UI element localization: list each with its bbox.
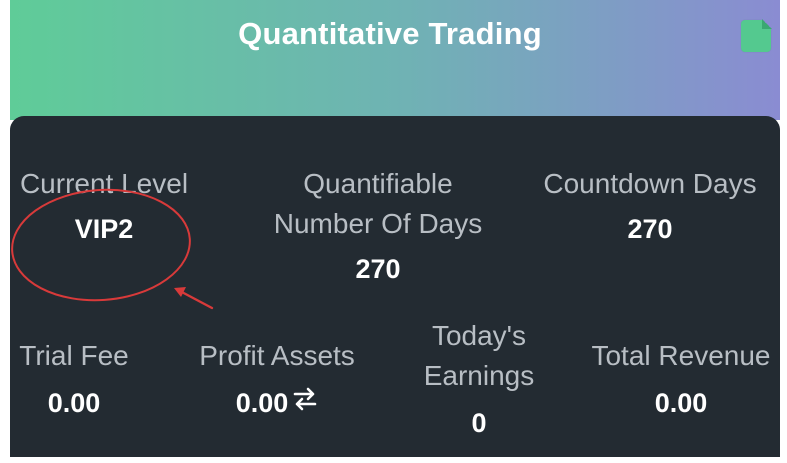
- quantifiable-days-stat: Quantifiable Number Of Days 270: [260, 164, 496, 288]
- profit-assets-value: 0.00: [235, 388, 289, 418]
- page-title: Quantitative Trading: [238, 16, 542, 51]
- total-revenue-value: 0.00: [654, 388, 708, 418]
- quantifiable-days-label-line2: Number Of Days: [273, 208, 483, 239]
- countdown-days-value: 270: [627, 214, 673, 244]
- profit-assets-stat: Profit Assets 0.00: [188, 336, 366, 422]
- quantitative-trading-screen: Quantitative Trading Current Level VIP2 …: [0, 0, 787, 463]
- trial-fee-stat: Trial Fee 0.00: [10, 336, 138, 422]
- profit-assets-label: Profit Assets: [199, 340, 355, 371]
- current-level-value: VIP2: [74, 214, 134, 244]
- header-bar: Quantitative Trading: [10, 0, 780, 120]
- trial-fee-value: 0.00: [47, 388, 101, 418]
- countdown-days-stat: Countdown Days 270: [530, 164, 770, 248]
- document-icon[interactable]: [741, 19, 772, 52]
- total-revenue-label: Total Revenue: [591, 340, 771, 371]
- profit-assets-value-row[interactable]: 0.00: [188, 384, 366, 422]
- quantifiable-days-label-line1: Quantifiable: [303, 168, 453, 199]
- quantifiable-days-value: 270: [355, 254, 401, 284]
- todays-earnings-value: 0: [471, 408, 487, 438]
- countdown-days-label: Countdown Days: [543, 168, 757, 199]
- current-level-stat: Current Level VIP2: [14, 164, 194, 248]
- total-revenue-stat: Total Revenue 0.00: [586, 336, 776, 422]
- current-level-label: Current Level: [19, 168, 189, 199]
- todays-earnings-stat: Today's Earnings 0: [414, 316, 544, 442]
- todays-earnings-label-line1: Today's: [431, 320, 527, 351]
- swap-arrows-icon[interactable]: [292, 383, 318, 421]
- stats-panel: Current Level VIP2 Quantifiable Number O…: [10, 116, 780, 457]
- trial-fee-label: Trial Fee: [19, 340, 129, 371]
- todays-earnings-label-line2: Earnings: [423, 360, 535, 391]
